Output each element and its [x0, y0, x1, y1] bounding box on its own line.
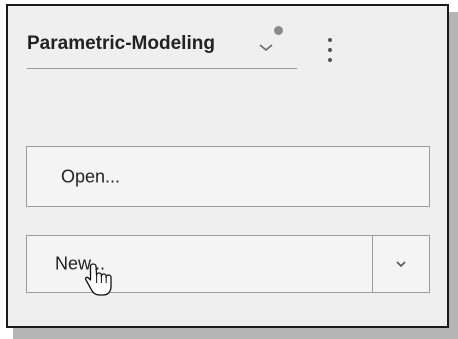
chevron-down-icon — [396, 261, 406, 268]
new-button-label: New... — [55, 253, 106, 274]
open-button[interactable]: Open... — [26, 146, 430, 207]
kebab-menu-icon[interactable] — [323, 36, 337, 70]
project-panel: Parametric-Modeling Open... New... — [6, 4, 449, 328]
new-button[interactable]: New... — [26, 235, 373, 293]
open-button-label: Open... — [61, 166, 121, 186]
new-dropdown-button[interactable] — [372, 235, 430, 293]
status-dot-icon — [274, 26, 283, 35]
project-title[interactable]: Parametric-Modeling — [27, 33, 257, 55]
chevron-down-icon[interactable] — [256, 36, 276, 56]
title-underline — [27, 68, 297, 69]
